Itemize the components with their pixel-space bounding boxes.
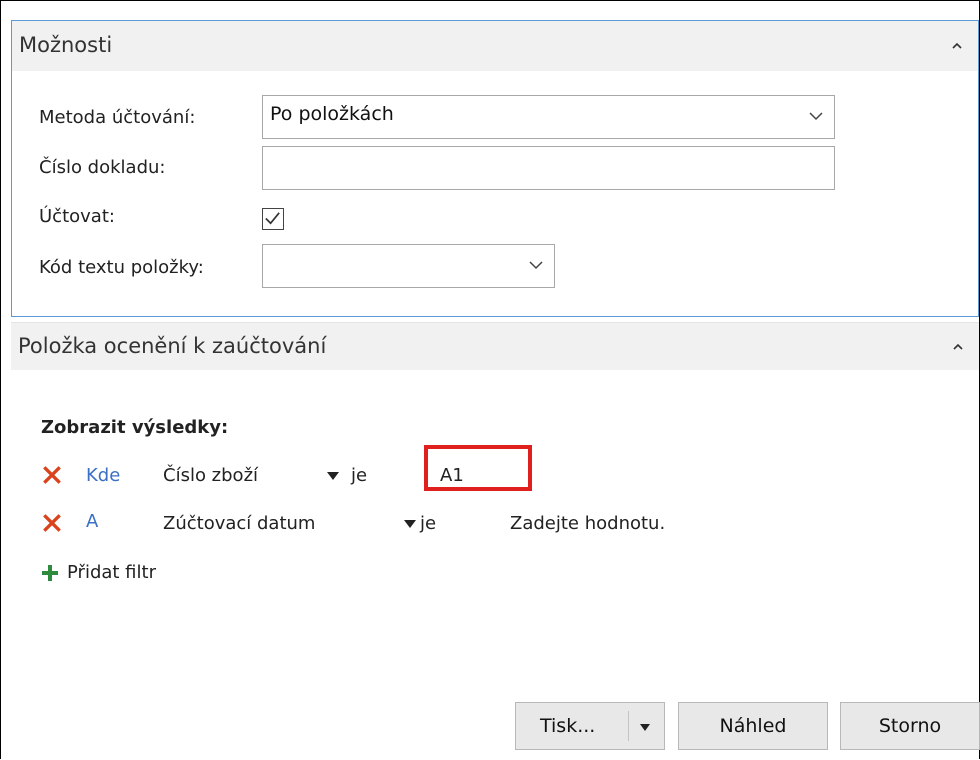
options-section-header[interactable]: Možnosti	[11, 20, 979, 71]
document-no-label: Číslo dokladu:	[39, 157, 166, 178]
print-split-button[interactable]: Tisk...	[515, 702, 665, 750]
item-text-code-label: Kód textu položky:	[39, 257, 204, 278]
remove-filter-icon[interactable]	[41, 464, 63, 486]
filter-field-select[interactable]: Zúčtovací datum	[163, 513, 315, 534]
entries-section-title: Položka ocenění k zaúčtování	[18, 334, 327, 358]
preview-button[interactable]: Náhled	[678, 702, 828, 750]
plus-icon[interactable]	[41, 564, 59, 582]
remove-filter-icon[interactable]	[41, 512, 63, 534]
post-label: Účtovat:	[39, 206, 115, 227]
item-text-code-select[interactable]	[262, 244, 555, 288]
caret-down-icon[interactable]	[327, 472, 339, 480]
document-no-input[interactable]	[262, 146, 835, 190]
options-section-title: Možnosti	[19, 33, 113, 57]
chevron-down-icon	[809, 112, 823, 121]
caret-down-icon[interactable]	[640, 724, 650, 731]
cancel-button[interactable]: Storno	[840, 702, 980, 750]
chevron-down-icon	[529, 261, 543, 270]
posting-method-label: Metoda účtování:	[39, 107, 196, 128]
chevron-up-icon[interactable]	[953, 342, 963, 352]
filter-operator: je	[420, 513, 437, 534]
caret-down-icon[interactable]	[404, 520, 416, 528]
entries-section-header[interactable]: Položka ocenění k zaúčtování	[11, 322, 979, 370]
filter-keyword: Kde	[86, 465, 121, 486]
split-divider	[628, 711, 629, 741]
filter-field-select[interactable]: Číslo zboží	[163, 465, 258, 486]
print-button-label: Tisk...	[540, 715, 596, 737]
add-filter-link[interactable]: Přidat filtr	[67, 562, 156, 583]
highlight-box	[424, 445, 532, 491]
filter-keyword: A	[86, 511, 99, 532]
chevron-up-icon[interactable]	[952, 41, 962, 51]
posting-method-value: Po položkách	[270, 103, 394, 125]
posting-method-select[interactable]: Po položkách	[262, 95, 835, 139]
show-results-label: Zobrazit výsledky:	[41, 417, 229, 438]
post-checkbox[interactable]	[262, 208, 284, 230]
filter-operator: je	[351, 465, 368, 486]
filter-value-input[interactable]: Zadejte hodnotu.	[510, 513, 665, 534]
check-icon	[265, 212, 280, 225]
